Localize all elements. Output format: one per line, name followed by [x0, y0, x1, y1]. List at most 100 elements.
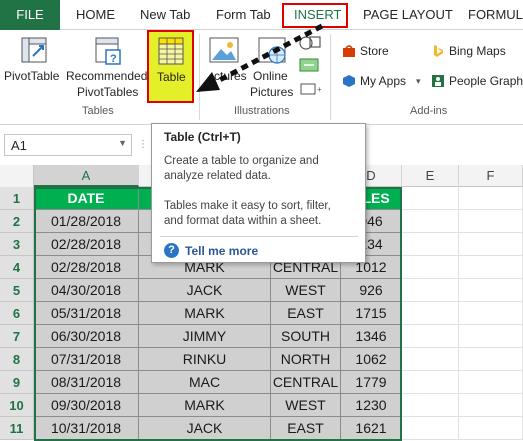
people-graph-icon: [432, 75, 444, 87]
table-label: Table: [157, 70, 186, 84]
cell-empty[interactable]: [402, 233, 459, 256]
cell-empty[interactable]: [459, 302, 523, 325]
cell-name[interactable]: MARK: [139, 394, 271, 417]
row-header-7[interactable]: 7: [0, 325, 34, 348]
bing-maps-label: Bing Maps: [449, 44, 506, 58]
table-tooltip: Table (Ctrl+T) Create a table to organiz…: [151, 123, 366, 263]
pivottable-label: PivotTable: [4, 69, 60, 83]
tab-form-tab[interactable]: Form Tab: [216, 0, 271, 30]
cell-region[interactable]: EAST: [271, 302, 341, 325]
cell-empty[interactable]: [459, 394, 523, 417]
cell-sales[interactable]: 1062: [341, 348, 402, 371]
cell-empty[interactable]: [459, 325, 523, 348]
column-header-a[interactable]: A: [34, 165, 139, 187]
row-header-1[interactable]: 1: [0, 187, 34, 210]
store-label: Store: [360, 44, 389, 58]
cell-empty[interactable]: [402, 325, 459, 348]
ribbon-insert-panel: PivotTable ? Recommended PivotTables Tab…: [0, 30, 523, 125]
cell-sales[interactable]: 1779: [341, 371, 402, 394]
cell-region[interactable]: WEST: [271, 394, 341, 417]
cell-name[interactable]: MARK: [139, 302, 271, 325]
cell-empty[interactable]: [459, 371, 523, 394]
pivottable-icon: [21, 37, 47, 63]
cell-date[interactable]: 07/31/2018: [34, 348, 139, 371]
cell-date[interactable]: 05/31/2018: [34, 302, 139, 325]
cell-empty[interactable]: [459, 256, 523, 279]
ribbon-separator: [199, 34, 200, 120]
row-header-8[interactable]: 8: [0, 348, 34, 371]
cell-date[interactable]: 02/28/2018: [34, 256, 139, 279]
cell-empty[interactable]: [402, 371, 459, 394]
cell-sales[interactable]: 1715: [341, 302, 402, 325]
cell-name[interactable]: MAC: [139, 371, 271, 394]
cell-date[interactable]: 08/31/2018: [34, 371, 139, 394]
cell-sales[interactable]: 1230: [341, 394, 402, 417]
column-header-e[interactable]: E: [402, 165, 459, 187]
row-header-4[interactable]: 4: [0, 256, 34, 279]
table-icon: [158, 37, 184, 65]
tab-file[interactable]: FILE: [0, 0, 60, 30]
tab-page-layout[interactable]: PAGE LAYOUT: [363, 0, 453, 30]
name-box[interactable]: A1 ▼: [4, 134, 132, 156]
cell-name[interactable]: JACK: [139, 279, 271, 302]
cell-empty[interactable]: [402, 348, 459, 371]
smartart-icon[interactable]: [298, 56, 324, 74]
cell-empty[interactable]: [459, 210, 523, 233]
cell-sales[interactable]: 1621: [341, 417, 402, 440]
header-cell-date[interactable]: DATE: [34, 187, 139, 210]
row-header-5[interactable]: 5: [0, 279, 34, 302]
row-header-6[interactable]: 6: [0, 302, 34, 325]
cell-empty[interactable]: [402, 210, 459, 233]
cell-date[interactable]: 09/30/2018: [34, 394, 139, 417]
cell-empty[interactable]: [402, 302, 459, 325]
group-label-addins: Add-ins: [410, 105, 448, 117]
screenshot-icon[interactable]: +: [298, 80, 324, 98]
tooltip-line4: and format data within a sheet.: [164, 215, 322, 227]
tooltip-line3: Tables make it easy to sort, filter,: [164, 200, 331, 212]
cell-date[interactable]: 04/30/2018: [34, 279, 139, 302]
tell-me-more-link[interactable]: Tell me more: [185, 244, 258, 258]
table-button[interactable]: Table: [147, 30, 194, 103]
my-apps-label: My Apps: [360, 74, 407, 88]
cell-region[interactable]: CENTRAL: [271, 371, 341, 394]
select-all-corner[interactable]: [0, 165, 34, 187]
cell-sales[interactable]: 1346: [341, 325, 402, 348]
cell-sales[interactable]: 926: [341, 279, 402, 302]
cell-date[interactable]: 06/30/2018: [34, 325, 139, 348]
cell-name[interactable]: JIMMY: [139, 325, 271, 348]
cell-region[interactable]: EAST: [271, 417, 341, 440]
cell-empty[interactable]: [459, 233, 523, 256]
shapes-icon[interactable]: [298, 34, 324, 52]
row-header-9[interactable]: 9: [0, 371, 34, 394]
ribbon-separator: [330, 34, 331, 120]
cell-date[interactable]: 02/28/2018: [34, 233, 139, 256]
cell-f1[interactable]: [459, 187, 523, 210]
cell-empty[interactable]: [402, 417, 459, 440]
cell-name[interactable]: RINKU: [139, 348, 271, 371]
cell-empty[interactable]: [402, 279, 459, 302]
cell-date[interactable]: 01/28/2018: [34, 210, 139, 233]
cell-e1[interactable]: [402, 187, 459, 210]
cell-empty[interactable]: [402, 256, 459, 279]
cell-empty[interactable]: [402, 394, 459, 417]
tooltip-divider: [160, 236, 358, 237]
tab-home[interactable]: HOME: [76, 0, 115, 30]
cell-region[interactable]: WEST: [271, 279, 341, 302]
name-box-dropdown-icon[interactable]: ▼: [118, 138, 127, 148]
row-header-2[interactable]: 2: [0, 210, 34, 233]
tab-formulas[interactable]: FORMULA: [468, 0, 523, 30]
cell-empty[interactable]: [459, 417, 523, 440]
help-icon[interactable]: ?: [164, 243, 179, 258]
tooltip-line2: analyze related data.: [164, 170, 271, 182]
cell-name[interactable]: JACK: [139, 417, 271, 440]
row-header-10[interactable]: 10: [0, 394, 34, 417]
column-header-f[interactable]: F: [459, 165, 523, 187]
cell-empty[interactable]: [459, 348, 523, 371]
tab-new-tab[interactable]: New Tab: [140, 0, 190, 30]
row-header-11[interactable]: 11: [0, 417, 34, 440]
cell-date[interactable]: 10/31/2018: [34, 417, 139, 440]
row-header-3[interactable]: 3: [0, 233, 34, 256]
cell-empty[interactable]: [459, 279, 523, 302]
cell-region[interactable]: SOUTH: [271, 325, 341, 348]
cell-region[interactable]: NORTH: [271, 348, 341, 371]
